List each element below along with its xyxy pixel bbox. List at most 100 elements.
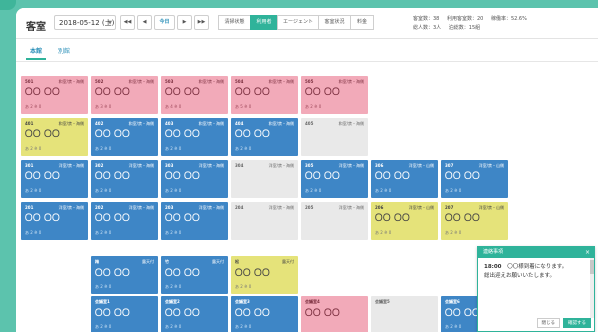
room-card[interactable]: 405 和室/禁・海側	[301, 118, 368, 156]
close-icon[interactable]: ×	[585, 247, 590, 258]
guest-name: 〇〇 〇〇	[25, 171, 61, 180]
room-type: 和室/禁・海側	[268, 121, 294, 126]
room-card[interactable]: 竹露天付 〇〇 〇〇あ 2 ※ 0	[161, 256, 228, 294]
tab-annex[interactable]: 別館	[58, 46, 70, 55]
tab-main-building[interactable]: 本館	[25, 46, 47, 60]
guest-name: 〇〇 〇〇	[375, 213, 411, 222]
mode-tab[interactable]: 料金	[350, 15, 374, 30]
prev-button[interactable]: ◀	[137, 15, 152, 30]
room-card[interactable]: 404 和室/禁・海側 〇〇 〇〇あ 2 ※ 0	[231, 118, 298, 156]
room-card[interactable]: 206 洋室/禁・山側 〇〇 〇〇あ 2 ※ 0	[371, 202, 438, 240]
mode-tab[interactable]: 客室状況	[318, 15, 351, 30]
guest-name: 〇〇 〇〇	[375, 171, 411, 180]
room-type: 洋室/禁・海側	[338, 163, 364, 168]
guest-name: 〇〇 〇〇	[25, 213, 61, 222]
room-card[interactable]: 401 和室/禁・海側 〇〇 〇〇あ 2 ※ 0	[21, 118, 88, 156]
next-button[interactable]: ▶	[177, 15, 192, 30]
guest-name: 〇〇 〇〇	[95, 268, 131, 277]
guest-count: あ 2 ※ 0	[445, 230, 462, 235]
room-card[interactable]: 205 洋室/禁・海側	[301, 202, 368, 240]
guest-name: 〇〇 〇〇	[445, 213, 481, 222]
stats-row: 総人数：3人 泊総数：15組	[413, 24, 533, 33]
guest-count: あ 2 ※ 0	[445, 188, 462, 193]
date-picker[interactable]: 2018-05-12 (土) ▼	[54, 15, 116, 30]
room-card[interactable]: 201 洋室/禁・海側 〇〇 〇〇あ 2 ※ 0	[21, 202, 88, 240]
stat-rooms: 客室数：38	[413, 16, 440, 22]
room-number: 会議室4	[305, 299, 320, 304]
stat-groups: 泊総数：15組	[448, 25, 481, 31]
room-card[interactable]: 207 洋室/禁・山側 〇〇 〇〇あ 2 ※ 0	[441, 202, 508, 240]
guest-count: あ 2 ※ 0	[235, 324, 252, 329]
guest-count: あ 2 ※ 0	[375, 230, 392, 235]
stat-people: 総人数：3人	[413, 25, 442, 31]
last-button[interactable]: ▶▶	[194, 15, 209, 30]
room-card[interactable]: 会議室4 〇〇 〇〇	[301, 296, 368, 332]
notification-title: 連絡事項	[483, 249, 504, 255]
guest-name: 〇〇 〇〇	[305, 308, 341, 317]
room-number: 会議室1	[95, 299, 110, 304]
guest-count: あ 2 ※ 0	[305, 104, 322, 109]
dismiss-button[interactable]: 閉じる	[536, 318, 560, 328]
room-number: 会議室3	[235, 299, 250, 304]
room-type: 露天付	[212, 259, 224, 264]
room-type: 和室/禁・海側	[198, 79, 224, 84]
room-card[interactable]: 306 洋室/禁・山側 〇〇 〇〇あ 2 ※ 0	[371, 160, 438, 198]
stat-rate: 稼働率：52.6%	[490, 16, 527, 22]
date-value: 2018-05-12 (土)	[59, 19, 115, 27]
guest-name: 〇〇 〇〇	[165, 87, 201, 96]
room-card[interactable]: 301 洋室/禁・海側 〇〇 〇〇あ 2 ※ 0	[21, 160, 88, 198]
room-card[interactable]: 302 洋室/禁・海側 〇〇 〇〇あ 2 ※ 0	[91, 160, 158, 198]
view-mode-tabs: 清掃状態 利用者 エージェント 客室状況 料金	[218, 15, 374, 30]
room-card[interactable]: 会議室2 〇〇 〇〇あ 2 ※ 0	[161, 296, 228, 332]
room-card[interactable]: 305 洋室/禁・海側 〇〇 〇〇あ 2 ※ 0	[301, 160, 368, 198]
room-card[interactable]: 松露天付 〇〇 〇〇あ 2 ※ 0	[231, 256, 298, 294]
room-card[interactable]: 204 洋室/禁・海側	[231, 202, 298, 240]
room-card[interactable]: 304 洋室/禁・海側	[231, 160, 298, 198]
guest-name: 〇〇 〇〇	[95, 87, 131, 96]
room-type: 洋室/禁・海側	[58, 163, 84, 168]
room-card[interactable]: 403 和室/禁・海側 〇〇 〇〇あ 2 ※ 0	[161, 118, 228, 156]
guest-name: 〇〇 〇〇	[235, 308, 271, 317]
room-card[interactable]: 会議室5	[371, 296, 438, 332]
guest-name: 〇〇 〇〇	[445, 171, 481, 180]
room-type: 洋室/禁・海側	[128, 163, 154, 168]
room-card[interactable]: 会議室3 〇〇 〇〇あ 2 ※ 0	[231, 296, 298, 332]
guest-count: あ 2 ※ 0	[25, 146, 42, 151]
guest-count: あ 2 ※ 0	[305, 188, 322, 193]
room-card[interactable]: 307 洋室/禁・山側 〇〇 〇〇あ 2 ※ 0	[441, 160, 508, 198]
guest-count: あ 4 ※ 0	[165, 104, 182, 109]
room-type: 洋室/禁・山側	[408, 163, 434, 168]
guest-name: 〇〇 〇〇	[235, 268, 271, 277]
mode-tab[interactable]: 清掃状態	[218, 15, 251, 30]
guest-count: あ 2 ※ 0	[165, 324, 182, 329]
guest-count: あ 2 ※ 0	[235, 146, 252, 151]
today-button[interactable]: 今日	[154, 15, 175, 30]
guest-count: あ 2 ※ 0	[375, 188, 392, 193]
room-type: 露天付	[142, 259, 154, 264]
room-type: 洋室/禁・山側	[478, 163, 504, 168]
guest-count: あ 5 ※ 0	[235, 104, 252, 109]
room-card[interactable]: 504 和室/禁・海側 〇〇 〇〇あ 5 ※ 0	[231, 76, 298, 114]
mode-tab[interactable]: エージェント	[277, 15, 319, 30]
confirm-button[interactable]: 確認する	[563, 318, 591, 328]
room-card[interactable]: 505 和室/禁・海側 〇〇 〇〇あ 2 ※ 0	[301, 76, 368, 114]
first-button[interactable]: ◀◀	[120, 15, 135, 30]
room-card[interactable]: 502 和室/禁・海側 〇〇 〇〇あ 3 ※ 0	[91, 76, 158, 114]
toolbar: 客室 2018-05-12 (土) ▼ ◀◀ ◀ 今日 ▶ ▶▶ 清掃状態 利用…	[16, 8, 598, 39]
room-type: 和室/禁・海側	[338, 121, 364, 126]
room-type: 和室/禁・海側	[58, 79, 84, 84]
room-card[interactable]: 202 洋室/禁・海側 〇〇 〇〇あ 2 ※ 0	[91, 202, 158, 240]
room-card[interactable]: 501 和室/禁・海側 〇〇 〇〇あ 2 ※ 0	[21, 76, 88, 114]
room-card[interactable]: 会議室1 〇〇 〇〇あ 2 ※ 0	[91, 296, 158, 332]
room-card[interactable]: 梅露天付 〇〇 〇〇あ 2 ※ 0	[91, 256, 158, 294]
guest-name: 〇〇 〇〇	[165, 308, 201, 317]
room-type: 露天付	[282, 259, 294, 264]
room-card[interactable]: 503 和室/禁・海側 〇〇 〇〇あ 4 ※ 0	[161, 76, 228, 114]
notification-scrollbar[interactable]	[590, 258, 594, 318]
room-type: 和室/禁・海側	[198, 121, 224, 126]
room-card[interactable]: 203 洋室/禁・海側 〇〇 〇〇あ 2 ※ 0	[161, 202, 228, 240]
mode-tab[interactable]: 利用者	[250, 15, 278, 30]
building-tabs: 本館 別館	[16, 39, 598, 62]
room-card[interactable]: 402 和室/禁・海側 〇〇 〇〇あ 2 ※ 0	[91, 118, 158, 156]
room-card[interactable]: 303 洋室/禁・海側 〇〇 〇〇あ 2 ※ 0	[161, 160, 228, 198]
